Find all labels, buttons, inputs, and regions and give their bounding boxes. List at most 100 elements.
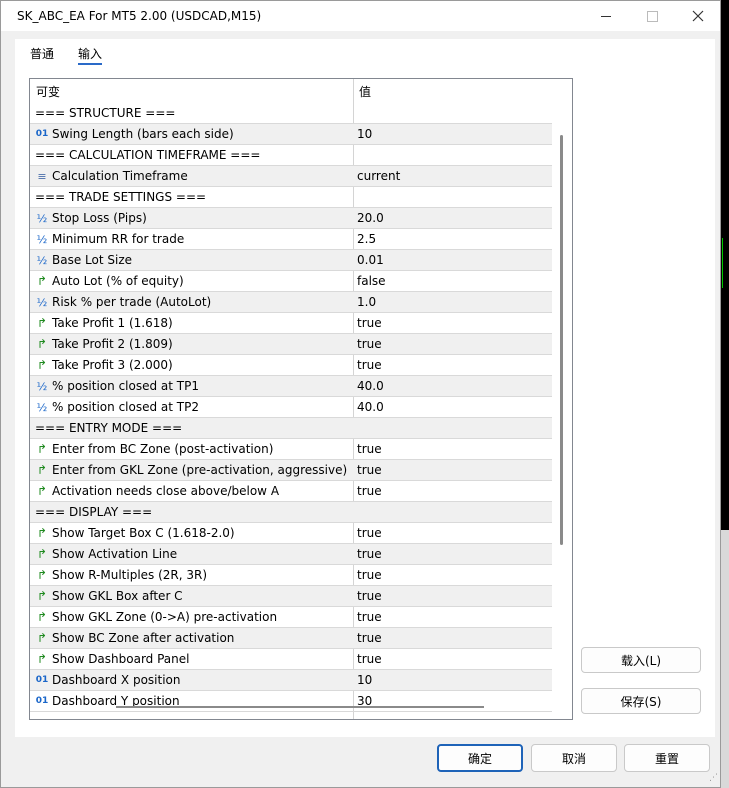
input-row[interactable]: ↱ Show GKL Zone (0->A) pre-activation true	[30, 607, 552, 628]
bool-type-icon: ↱	[36, 316, 48, 330]
input-row[interactable]: ↱ Enter from GKL Zone (pre-activation, ag…	[30, 460, 552, 481]
value-cell[interactable]: true	[354, 355, 552, 375]
variable-name: Show Activation Line	[52, 547, 178, 561]
input-row[interactable]: ½ Minimum RR for trade 2.5	[30, 229, 552, 250]
cancel-button[interactable]: 取消	[531, 744, 617, 772]
variable-name: Take Profit 3 (2.000)	[52, 358, 173, 372]
value-cell	[354, 145, 552, 165]
section-row[interactable]: === CALCULATION TIMEFRAME ===	[30, 145, 552, 166]
input-row[interactable]: ½ Base Lot Size 0.01	[30, 250, 552, 271]
section-row[interactable]: === STRUCTURE ===	[30, 103, 552, 124]
horizontal-scrollbar[interactable]	[116, 706, 484, 708]
resize-grip-icon[interactable]: ⋰	[709, 773, 718, 783]
input-row[interactable]: ↱ Enter from BC Zone (post-activation) tru…	[30, 439, 552, 460]
value-cell[interactable]: true	[354, 607, 552, 627]
variable-name: Base Lot Size	[52, 253, 133, 267]
bool-type-icon: ↱	[36, 568, 48, 582]
input-row[interactable]: ↱ Auto Lot (% of equity) false	[30, 271, 552, 292]
input-row[interactable]: ½ Stop Loss (Pips) 20.0	[30, 208, 552, 229]
close-button[interactable]	[675, 1, 721, 31]
value-cell[interactable]: true	[354, 460, 552, 480]
input-row[interactable]: ½ % position closed at TP1 40.0	[30, 376, 552, 397]
load-button[interactable]: 载入(L)	[581, 647, 701, 673]
value-cell[interactable]: true	[354, 544, 552, 564]
value-cell[interactable]: 1.0	[354, 292, 552, 312]
column-header-variable[interactable]: 可变	[36, 83, 60, 100]
value-cell[interactable]: 20.0	[354, 208, 552, 228]
input-row[interactable]: ↱ Show BC Zone after activation true	[30, 628, 552, 649]
bool-type-icon: ↱	[36, 274, 48, 288]
variable-name: Dashboard X position	[52, 673, 181, 687]
double-type-icon: ½	[36, 253, 48, 267]
variable-cell: ↱ Show Dashboard Panel	[30, 649, 353, 669]
value-cell	[354, 103, 552, 123]
input-row[interactable]: ½ % position closed at TP2 40.0	[30, 397, 552, 418]
window-title: SK_ABC_EA For MT5 2.00 (USDCAD,M15)	[17, 9, 262, 23]
variable-name: % position closed at TP1	[52, 379, 199, 393]
value-cell[interactable]: 0.01	[354, 250, 552, 270]
value-cell[interactable]: true	[354, 334, 552, 354]
tab-inputs[interactable]: 输入	[78, 45, 102, 62]
value-cell[interactable]: true	[354, 586, 552, 606]
ok-button[interactable]: 确定	[437, 744, 523, 772]
value-cell[interactable]: true	[354, 313, 552, 333]
variable-name: Risk % per trade (AutoLot)	[52, 295, 212, 309]
bool-type-icon: ↱	[36, 442, 48, 456]
value-cell	[354, 418, 552, 438]
value-cell[interactable]: 2.5	[354, 229, 552, 249]
input-row[interactable]: ↱ Take Profit 1 (1.618) true	[30, 313, 552, 334]
input-row[interactable]: 01 Dashboard Y position 30	[30, 691, 552, 712]
section-row[interactable]: === ENTRY MODE ===	[30, 418, 552, 439]
close-icon	[692, 10, 704, 22]
input-row[interactable]: ↱ Show R-Multiples (2R, 3R) true	[30, 565, 552, 586]
input-row[interactable]: ↱ Take Profit 2 (1.809) true	[30, 334, 552, 355]
section-row[interactable]: === DISPLAY ===	[30, 502, 552, 523]
variable-name: % position closed at TP2	[52, 400, 199, 414]
input-row[interactable]: ↱ Show GKL Box after C true	[30, 586, 552, 607]
value-cell[interactable]: 10	[354, 670, 552, 690]
bool-type-icon: ↱	[36, 358, 48, 372]
input-row[interactable]: ↱ Take Profit 3 (2.000) true	[30, 355, 552, 376]
input-row[interactable]: ↱ Show Activation Line true	[30, 544, 552, 565]
value-cell[interactable]: true	[354, 439, 552, 459]
reset-button[interactable]: 重置	[624, 744, 710, 772]
double-type-icon: ½	[36, 295, 48, 309]
value-cell[interactable]: true	[354, 649, 552, 669]
value-cell[interactable]: true	[354, 628, 552, 648]
variable-cell: ↱ Take Profit 2 (1.809)	[30, 334, 353, 354]
maximize-button[interactable]	[629, 1, 675, 31]
bool-type-icon: ↱	[36, 589, 48, 603]
value-cell	[354, 502, 552, 522]
minimize-button[interactable]	[583, 1, 629, 31]
input-row[interactable]: ≡ Calculation Timeframe current	[30, 166, 552, 187]
input-row[interactable]: ↱ Show Dashboard Panel true	[30, 649, 552, 670]
variable-cell: === STRUCTURE ===	[30, 103, 358, 123]
value-cell[interactable]: false	[354, 271, 552, 291]
variable-cell: ↱ Show GKL Box after C	[30, 586, 353, 606]
value-cell[interactable]: true	[354, 565, 552, 585]
value-cell[interactable]: 40.0	[354, 376, 552, 396]
value-cell[interactable]: 40.0	[354, 397, 552, 417]
input-row[interactable]: 01 Dashboard X position 10	[30, 670, 552, 691]
variable-name: Take Profit 2 (1.809)	[52, 337, 173, 351]
value-cell[interactable]: true	[354, 523, 552, 543]
value-cell[interactable]: current	[354, 166, 552, 186]
save-button[interactable]: 保存(S)	[581, 688, 701, 714]
section-row[interactable]: === TRADE SETTINGS ===	[30, 187, 552, 208]
vertical-scrollbar[interactable]	[560, 135, 563, 545]
tab-general[interactable]: 普通	[30, 45, 54, 62]
variable-name: Enter from BC Zone (post-activation)	[52, 442, 274, 456]
variable-name: === STRUCTURE ===	[35, 106, 176, 120]
input-row[interactable]: 01 Swing Length (bars each side) 10	[30, 124, 552, 145]
input-row[interactable]: ½ Risk % per trade (AutoLot) 1.0	[30, 292, 552, 313]
column-header-value[interactable]: 值	[359, 83, 371, 100]
input-row[interactable]: ↱ Show Target Box C (1.618-2.0) true	[30, 523, 552, 544]
input-row[interactable]: ↱ Activation needs close above/below A tru…	[30, 481, 552, 502]
value-cell[interactable]: true	[354, 481, 552, 501]
value-cell[interactable]: 30	[354, 691, 552, 711]
variable-cell: === CALCULATION TIMEFRAME ===	[30, 145, 358, 165]
chart-line	[722, 238, 723, 288]
value-cell[interactable]: 10	[354, 124, 552, 144]
bool-type-icon: ↱	[36, 652, 48, 666]
bool-type-icon: ↱	[36, 610, 48, 624]
